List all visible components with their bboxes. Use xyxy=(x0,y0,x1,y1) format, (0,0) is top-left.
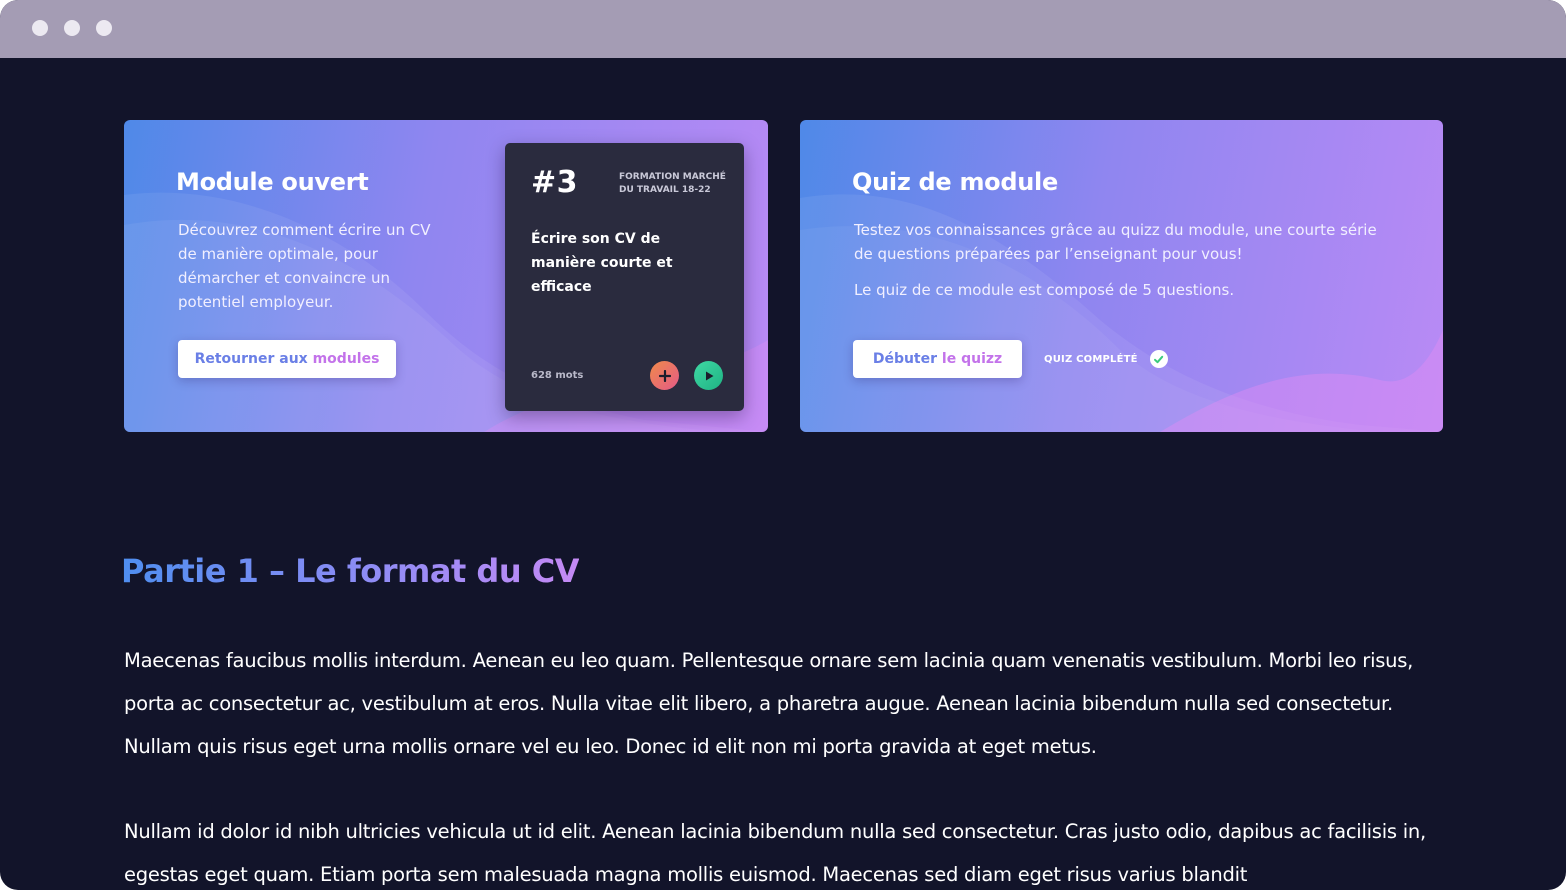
quiz-status-label: QUIZ COMPLÉTÉ xyxy=(1044,353,1138,365)
section-title: Partie 1 – Le format du CV xyxy=(121,552,580,590)
module-course-name: FORMATION MARCHÉ DU TRAVAIL 18-22 xyxy=(619,172,726,195)
check-icon xyxy=(1149,350,1168,368)
start-quiz-label-start: Débuter xyxy=(872,351,938,367)
play-icon xyxy=(705,371,713,380)
module-open-card: Module ouvert Découvrez comment écrire u… xyxy=(124,120,768,432)
window-minimize-control[interactable] xyxy=(64,20,80,36)
module-title: Écrire son CV de manière courte et effic… xyxy=(531,231,673,295)
plus-icon xyxy=(658,369,671,382)
quiz-status: QUIZ COMPLÉTÉ xyxy=(1044,350,1168,368)
window-close-control[interactable] xyxy=(32,20,48,36)
module-card-title: Module ouvert xyxy=(176,168,369,196)
content-paragraph: Nullam id dolor id nibh ultricies vehicu… xyxy=(124,820,1426,886)
module-card-description: Découvrez comment écrire un CV de manièr… xyxy=(178,221,431,311)
card-wave-background xyxy=(800,194,1443,432)
window-titlebar xyxy=(0,0,1566,58)
module-number: #3 xyxy=(531,165,579,200)
quiz-card: Quiz de module Testez vos connaissances … xyxy=(800,120,1443,432)
back-to-modules-button[interactable]: Retourner aux modules xyxy=(178,340,396,378)
add-module-button[interactable] xyxy=(650,361,679,390)
quiz-question-count: Le quiz de ce module est composé de 5 qu… xyxy=(854,281,1235,299)
quiz-card-description: Testez vos connaissances grâce au quizz … xyxy=(854,221,1377,263)
browser-window: Module ouvert Découvrez comment écrire u… xyxy=(0,0,1566,890)
back-button-label-end: modules xyxy=(312,351,380,367)
back-button-label-start: Retourner aux xyxy=(194,351,308,367)
window-maximize-control[interactable] xyxy=(96,20,112,36)
start-quiz-button[interactable]: Débuter le quizz xyxy=(853,340,1022,378)
content-paragraph: Maecenas faucibus mollis interdum. Aenea… xyxy=(124,649,1414,758)
start-quiz-label-end: le quizz xyxy=(941,351,1003,367)
quiz-card-title: Quiz de module xyxy=(852,168,1058,196)
play-module-button[interactable] xyxy=(694,361,723,390)
module-preview-card[interactable]: #3 FORMATION MARCHÉ DU TRAVAIL 18-22 Écr… xyxy=(505,143,744,411)
module-word-count: 628 mots xyxy=(531,370,584,381)
